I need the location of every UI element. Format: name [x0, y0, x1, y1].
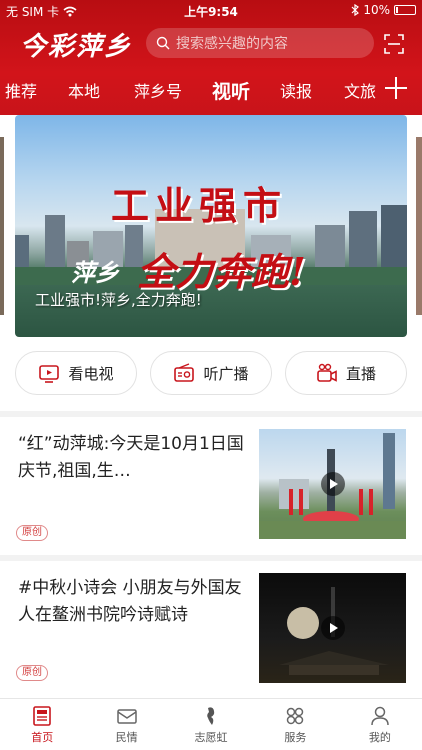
banner-headline-2a: 萍乡: [71, 258, 119, 287]
banner-carousel[interactable]: 工业强市 萍乡 全力奔跑! 工业强市!萍乡,全力奔跑!: [0, 115, 422, 337]
battery-icon: [394, 5, 416, 15]
nav-volunteer[interactable]: 志愿虹: [169, 699, 253, 750]
tab-local[interactable]: 本地: [68, 78, 100, 102]
bottom-navigation: 首页 民情 志愿虹 服务 我的: [0, 698, 422, 750]
original-badge: 原创: [16, 525, 48, 541]
tab-culture-tourism[interactable]: 文旅: [344, 78, 376, 102]
nav-service-label: 服务: [284, 730, 307, 744]
home-news-icon: [33, 705, 52, 726]
news-title: #中秋小诗会 小朋友与外国友人在鳌洲书院吟诗赋诗: [18, 578, 242, 625]
watch-tv-button[interactable]: 看电视: [15, 351, 137, 395]
live-button[interactable]: 直播: [285, 351, 407, 395]
nav-home-label: 首页: [31, 730, 54, 744]
grid-icon: [287, 707, 304, 724]
nav-profile[interactable]: 我的: [338, 699, 422, 750]
search-bar[interactable]: [146, 28, 374, 58]
channel-tabs: 推荐 本地 萍乡号 视听 读报 文旅: [0, 66, 422, 114]
radio-icon: [174, 363, 195, 382]
news-item[interactable]: #中秋小诗会 小朋友与外国友人在鳌洲书院吟诗赋诗 原创: [0, 561, 422, 699]
banner-caption: 工业强市!萍乡,全力奔跑!: [35, 291, 202, 309]
volunteer-icon: [207, 706, 215, 725]
tab-recommend[interactable]: 推荐: [5, 78, 37, 102]
battery-percent: 10%: [363, 3, 390, 17]
user-icon: [371, 706, 389, 725]
prev-slide-peek: [0, 137, 4, 315]
banner-slide[interactable]: 工业强市 萍乡 全力奔跑! 工业强市!萍乡,全力奔跑!: [15, 115, 407, 337]
nav-profile-label: 我的: [368, 730, 391, 744]
original-badge: 原创: [16, 665, 48, 681]
play-icon: [320, 472, 345, 496]
bluetooth-icon: [351, 4, 360, 16]
nav-service[interactable]: 服务: [253, 699, 337, 750]
nav-home[interactable]: 首页: [0, 699, 84, 750]
listen-radio-label: 听广播: [203, 364, 249, 383]
nav-volunteer-label: 志愿虹: [194, 730, 228, 744]
news-title: “红”动萍城:今天是10月1日国庆节,祖国,生…: [18, 434, 244, 481]
tab-audio-video[interactable]: 视听: [212, 77, 250, 104]
tab-pingxiang-account[interactable]: 萍乡号: [134, 78, 182, 102]
news-thumbnail: [259, 573, 406, 683]
nav-public-opinion-label: 民情: [115, 730, 138, 744]
news-item[interactable]: “红”动萍城:今天是10月1日国庆节,祖国,生… 原创: [0, 417, 422, 555]
next-slide-peek: [416, 137, 422, 315]
tab-newspaper[interactable]: 读报: [280, 78, 312, 102]
live-camera-icon: [317, 363, 337, 382]
search-input[interactable]: [176, 35, 366, 51]
app-logo: 今彩萍乡: [20, 32, 133, 62]
app-screen: 无 SIM 卡 上午9:54 10% 今彩萍乡 搜索感兴趣的内容 推荐 本地 萍…: [0, 0, 422, 750]
mail-icon: [116, 708, 137, 724]
tv-icon: [39, 365, 60, 383]
scan-icon[interactable]: [384, 34, 404, 54]
header: 无 SIM 卡 上午9:54 10% 今彩萍乡 搜索感兴趣的内容 推荐 本地 萍…: [0, 0, 422, 122]
add-channel-icon[interactable]: [382, 74, 410, 102]
banner-headline-2b: 全力奔跑!: [137, 249, 306, 294]
play-icon: [320, 616, 345, 640]
banner-headline-1: 工业强市: [111, 183, 288, 228]
nav-public-opinion[interactable]: 民情: [84, 699, 168, 750]
search-icon: [156, 36, 170, 50]
listen-radio-button[interactable]: 听广播: [150, 351, 272, 395]
quick-actions: 看电视 听广播 直播: [0, 337, 422, 411]
watch-tv-label: 看电视: [68, 364, 114, 383]
live-label: 直播: [345, 364, 376, 383]
status-bar: 无 SIM 卡 上午9:54 10%: [0, 0, 422, 22]
news-thumbnail: [259, 429, 406, 539]
